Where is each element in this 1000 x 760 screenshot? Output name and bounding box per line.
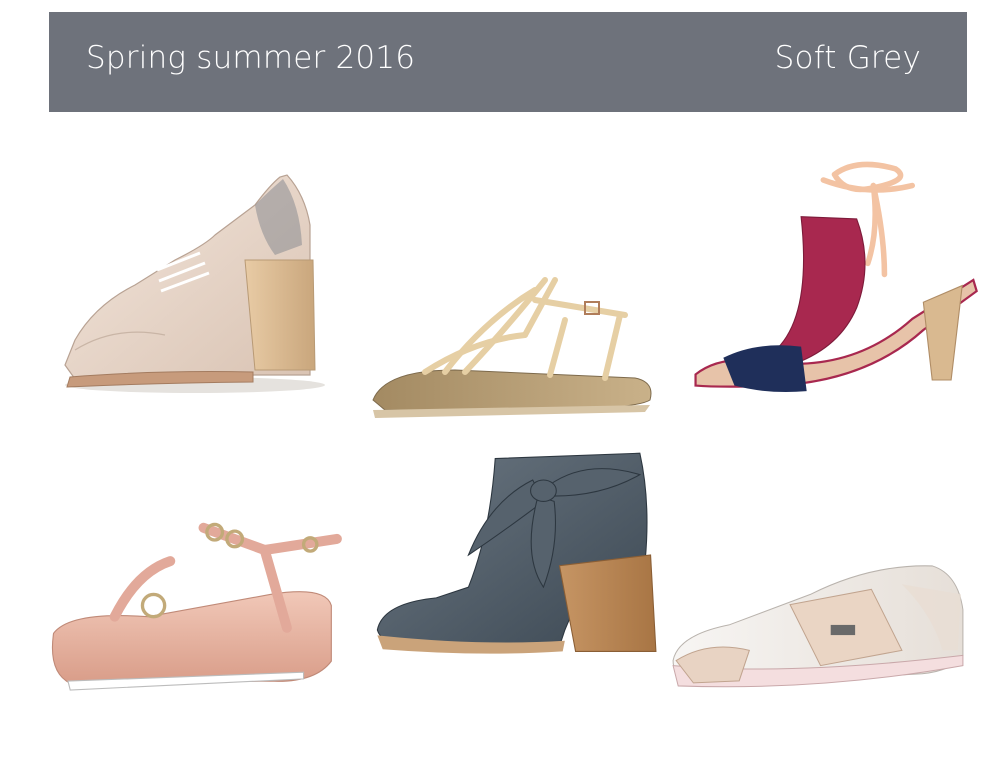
bow-boot-illustration — [376, 452, 657, 654]
oxford-heel-illustration — [64, 174, 325, 393]
collection-title: Spring summer 2016 — [86, 40, 416, 76]
buckle-sneaker-illustration — [672, 565, 964, 688]
brand-name: Soft Grey — [774, 40, 921, 76]
header-banner: Spring summer 2016 Soft Grey — [49, 12, 967, 112]
platform-sandal-illustration — [51, 522, 342, 691]
product-platform-sandal[interactable] — [48, 470, 348, 730]
product-oxford-heel[interactable] — [55, 165, 355, 425]
product-bow-boot[interactable] — [372, 425, 672, 685]
product-buckle-sneaker[interactable] — [668, 500, 968, 760]
ankle-tie-sandal-illustration — [694, 161, 978, 393]
product-ankle-tie-sandal[interactable] — [690, 150, 990, 410]
